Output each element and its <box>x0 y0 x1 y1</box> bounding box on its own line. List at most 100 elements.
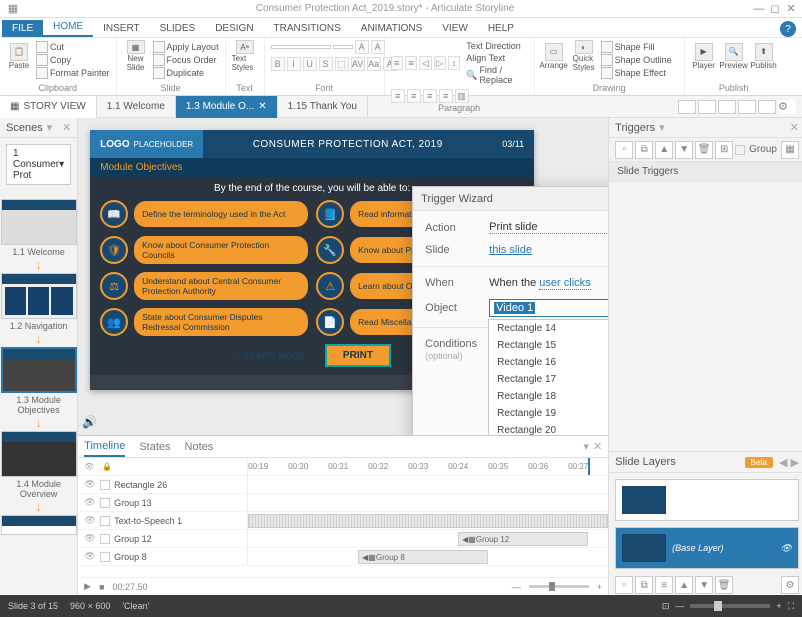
device-phone-p[interactable] <box>758 100 776 114</box>
paste-button[interactable]: 📋Paste <box>6 40 32 72</box>
trig-expand[interactable]: ▦ <box>781 141 799 159</box>
align-right[interactable]: ≡ <box>423 89 437 103</box>
layer-item[interactable] <box>615 479 799 521</box>
align-left[interactable]: ≡ <box>391 89 405 103</box>
timeline-close[interactable]: ✕ <box>593 440 602 453</box>
speaker-icon[interactable]: 🔊 <box>82 415 97 429</box>
thumb-4[interactable] <box>1 431 77 477</box>
group-check[interactable] <box>735 145 745 155</box>
grow-font[interactable]: A <box>355 40 369 54</box>
learn-more[interactable]: ⓘ LEARN MORE <box>233 349 305 362</box>
help-icon[interactable]: ? <box>780 21 796 37</box>
line-spacing[interactable]: ↕ <box>448 56 460 70</box>
new-slide-button[interactable]: ▦NewSlide <box>123 40 149 72</box>
font-select[interactable] <box>271 45 331 49</box>
columns[interactable]: ▥ <box>455 89 469 103</box>
underline-button[interactable]: U <box>303 57 317 71</box>
tl-zoom-in[interactable]: + <box>597 582 602 592</box>
text-direction[interactable]: Text Direction <box>466 41 527 51</box>
zoom-out[interactable]: — <box>675 601 684 611</box>
device-desktop[interactable] <box>678 100 696 114</box>
thumb-2[interactable] <box>1 273 77 319</box>
tab-notes[interactable]: Notes <box>185 438 214 456</box>
shape-outline[interactable]: Shape Outline <box>601 54 672 66</box>
dd-item[interactable]: Rectangle 18 <box>489 388 608 405</box>
publish-button[interactable]: ⬆Publish <box>751 40 777 72</box>
triggers-pin[interactable]: ▾ <box>659 121 665 134</box>
tab-timeline[interactable]: Timeline <box>84 437 125 457</box>
zoom-in[interactable]: + <box>776 601 781 611</box>
play-button[interactable]: ▶ <box>84 581 91 592</box>
layer-down[interactable]: ▼ <box>695 576 713 594</box>
slide-value[interactable]: this slide <box>489 244 608 256</box>
audio-bar[interactable] <box>248 514 608 528</box>
action-value[interactable]: Print slide <box>489 221 608 234</box>
outdent[interactable]: ◁ <box>419 56 431 70</box>
thumb-1[interactable] <box>1 199 77 245</box>
story-view-tab[interactable]: ▦ STORY VIEW <box>0 96 97 118</box>
doctab-welcome[interactable]: 1.1 Welcome <box>97 96 176 118</box>
spacing-button[interactable]: AV <box>351 57 365 71</box>
dd-item[interactable]: Rectangle 19 <box>489 405 608 422</box>
close-button[interactable]: ✕ <box>784 2 798 16</box>
cut-button[interactable]: Cut <box>36 41 110 53</box>
layer-list[interactable]: ≡ <box>655 576 673 594</box>
tab-insert[interactable]: INSERT <box>93 20 150 37</box>
tab-states[interactable]: States <box>139 438 170 456</box>
maximize-button[interactable]: ◻ <box>768 2 782 16</box>
tab-animations[interactable]: ANIMATIONS <box>351 20 432 37</box>
layer-dup[interactable]: ⧉ <box>635 576 653 594</box>
bold-button[interactable]: B <box>271 57 285 71</box>
preview-button[interactable]: 🔍Preview <box>721 40 747 72</box>
bar-group8[interactable]: ◀▦ Group 8 <box>358 550 488 564</box>
device-settings[interactable]: ⚙ <box>778 100 796 114</box>
text-styles-button[interactable]: AᵃText Styles <box>232 40 258 72</box>
print-button[interactable]: PRINT <box>325 344 391 367</box>
copy-button[interactable]: Copy <box>36 54 110 66</box>
doctab-thankyou[interactable]: 1.15 Thank You <box>278 96 368 118</box>
align-text[interactable]: Align Text <box>466 53 527 63</box>
minimize-button[interactable]: — <box>752 2 766 16</box>
dd-item[interactable]: Rectangle 14 <box>489 320 608 337</box>
trig-up[interactable]: ▲ <box>655 141 673 159</box>
tab-home[interactable]: HOME <box>43 18 93 37</box>
trig-new[interactable]: ▫ <box>615 141 633 159</box>
tl-obj[interactable]: Group 12 <box>114 534 152 544</box>
zoom-full[interactable]: ⛶ <box>788 601 794 612</box>
device-tablet-p[interactable] <box>718 100 736 114</box>
duplicate-button[interactable]: Duplicate <box>153 67 219 79</box>
layer-up[interactable]: ▲ <box>675 576 693 594</box>
shrink-font[interactable]: A <box>371 40 385 54</box>
device-tablet-l[interactable] <box>698 100 716 114</box>
stop-button[interactable]: ■ <box>99 582 104 592</box>
quick-styles-button[interactable]: ◐QuickStyles <box>571 40 597 72</box>
timeline-ruler[interactable]: 00:1900:2000:2100:2200:2300:2400:2500:26… <box>248 458 608 475</box>
tab-view[interactable]: VIEW <box>432 20 478 37</box>
tl-obj[interactable]: Group 8 <box>114 552 147 562</box>
dd-item[interactable]: Rectangle 16 <box>489 354 608 371</box>
case-button[interactable]: Aa <box>367 57 381 71</box>
playhead[interactable] <box>588 458 590 475</box>
tl-obj[interactable]: Group 13 <box>114 498 152 508</box>
zoom-fit[interactable]: ⊡ <box>662 601 670 612</box>
find-replace[interactable]: 🔍 Find / Replace <box>466 65 527 85</box>
base-layer[interactable]: (Base Layer)👁 <box>615 527 799 569</box>
trig-vars[interactable]: ⊞ <box>715 141 733 159</box>
tab-transitions[interactable]: TRANSITIONS <box>264 20 351 37</box>
dd-item[interactable]: Rectangle 15 <box>489 337 608 354</box>
arrange-button[interactable]: ▭Arrange <box>541 40 567 72</box>
italic-button[interactable]: I <box>287 57 301 71</box>
device-phone-l[interactable] <box>738 100 756 114</box>
shadow-button[interactable]: ⬚ <box>335 57 349 71</box>
dd-item[interactable]: Rectangle 17 <box>489 371 608 388</box>
format-painter-button[interactable]: Format Painter <box>36 67 110 79</box>
apply-layout-button[interactable]: Apply Layout <box>153 41 219 53</box>
tab-file[interactable]: FILE <box>2 20 43 37</box>
layer-new[interactable]: ▫ <box>615 576 633 594</box>
strike-button[interactable]: S <box>319 57 333 71</box>
tab-help[interactable]: HELP <box>478 20 524 37</box>
eye-icon[interactable]: 👁 <box>84 462 96 471</box>
layer-del[interactable]: 🗑 <box>715 576 733 594</box>
pin-icon[interactable]: ▾ <box>47 121 53 134</box>
tab-slides[interactable]: SLIDES <box>150 20 206 37</box>
